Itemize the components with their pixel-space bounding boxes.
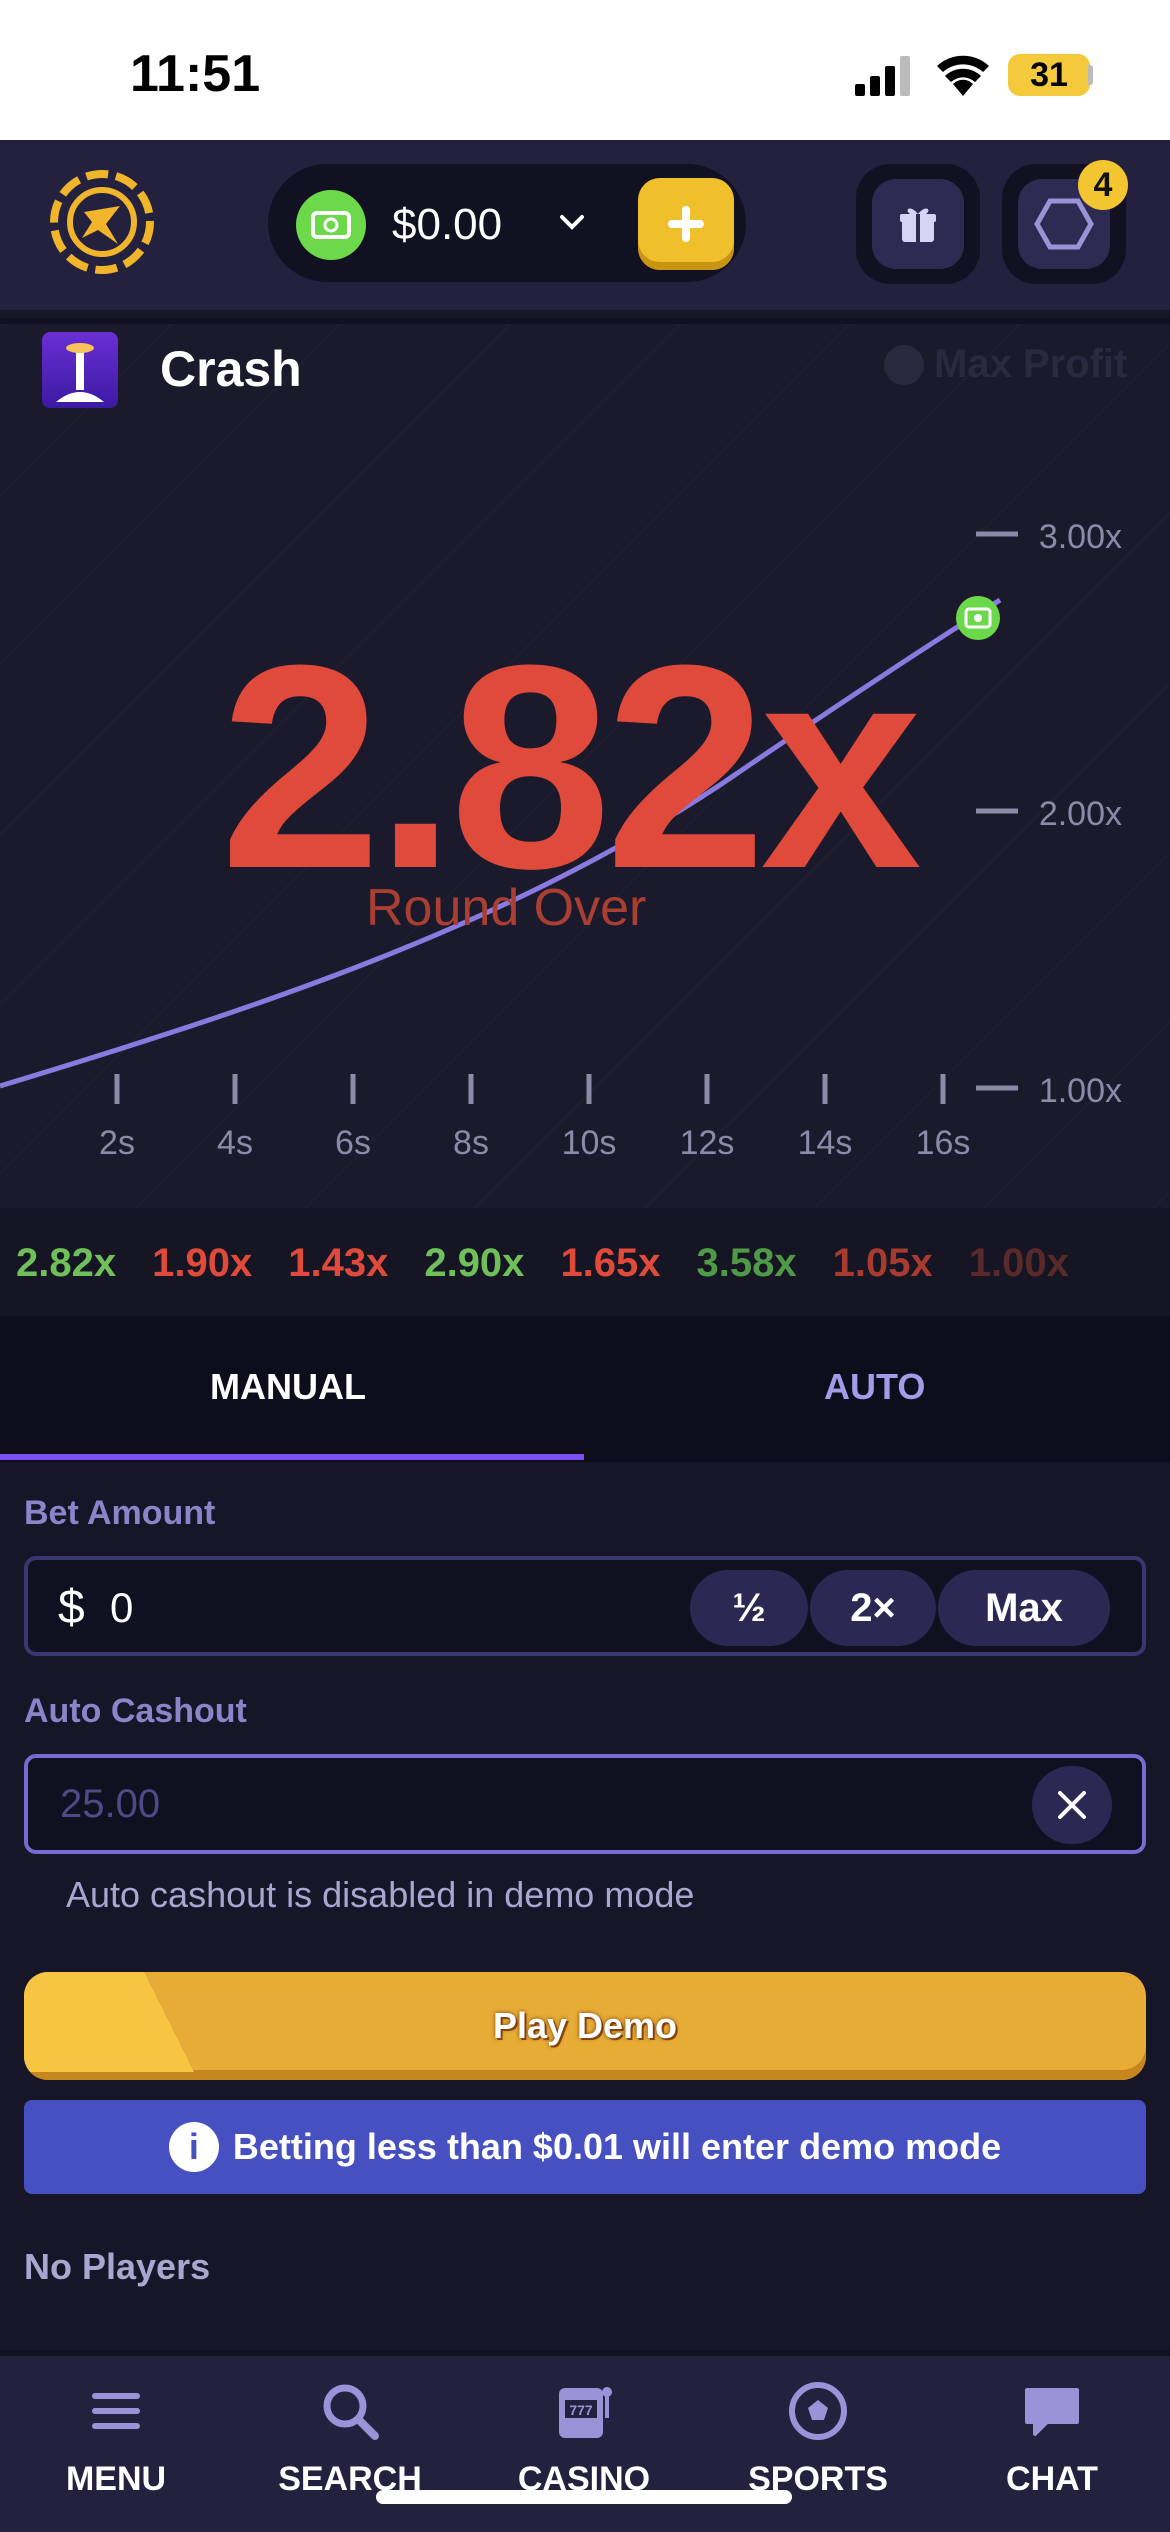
max-bet-button[interactable]: Max <box>938 1570 1110 1646</box>
x-tick: 16s <box>916 1074 971 1162</box>
x-tick-label: 16s <box>916 1124 971 1162</box>
crash-multiplier: 2.82x <box>220 605 922 929</box>
x-tick-label: 6s <box>335 1124 371 1162</box>
history-multiplier[interactable]: 1.00x <box>969 1241 1069 1286</box>
bet-mode-tabs <box>0 1316 1170 1462</box>
game-title: Crash <box>160 341 302 397</box>
auto-cashout-label: Auto Cashout <box>24 1692 247 1730</box>
demo-info-text: Betting less than $0.01 will enter demo … <box>232 2126 1002 2167</box>
currency-symbol: $ <box>58 1581 85 1634</box>
x-tick-label: 8s <box>453 1124 489 1162</box>
play-demo-label: Play Demo <box>492 2005 678 2046</box>
bet-amount-value[interactable]: 0 <box>110 1584 133 1632</box>
max-profit-label: Max Profit <box>934 342 1128 386</box>
button-highlight <box>24 1972 194 2072</box>
play-demo-button[interactable]: Play Demo <box>24 1972 1146 2080</box>
x-tick: 6s <box>335 1074 371 1162</box>
y-tick: 3.00x <box>976 518 1122 556</box>
auto-cashout-note: Auto cashout is disabled in demo mode <box>66 1874 695 1915</box>
gift-icon <box>900 208 936 242</box>
x-tick: 8s <box>453 1074 489 1162</box>
nav-menu[interactable]: MENU <box>16 2378 216 2499</box>
multiplier-history: 2.82x 1.90x 1.43x 2.90x 1.65x 3.58x 1.05x 1.00x <box>0 1210 1170 1316</box>
nav-label: MENU <box>65 2460 167 2498</box>
svg-text:777: 777 <box>569 2402 593 2418</box>
notification-badge: 4 <box>1078 160 1128 210</box>
nav-sports[interactable]: SPORTS <box>718 2378 918 2499</box>
history-multiplier[interactable]: 1.65x <box>560 1241 660 1286</box>
y-tick: 1.00x <box>976 1072 1122 1110</box>
tab-manual[interactable]: MANUAL <box>210 1366 366 1408</box>
soccer-ball-icon <box>789 2382 847 2440</box>
nav-label: CHAT <box>1006 2460 1098 2498</box>
active-tab-indicator <box>0 1454 584 1460</box>
y-tick-label: 2.00x <box>1039 795 1122 833</box>
tab-auto[interactable]: AUTO <box>824 1366 925 1408</box>
history-multiplier[interactable]: 3.58x <box>697 1241 797 1286</box>
x-tick-label: 12s <box>680 1124 735 1162</box>
logo-icon[interactable] <box>48 168 156 276</box>
y-tick: 2.00x <box>976 795 1122 833</box>
nav-casino[interactable]: 777 CASINO <box>484 2378 684 2499</box>
rewards-button[interactable] <box>856 164 980 284</box>
nav-search[interactable]: SEARCH <box>250 2378 450 2499</box>
x-tick-label: 10s <box>562 1124 617 1162</box>
round-status: Round Over <box>366 879 647 937</box>
double-bet-button[interactable]: 2× <box>810 1570 936 1646</box>
chevron-down-icon[interactable] <box>556 206 588 238</box>
deposit-button[interactable] <box>638 178 734 270</box>
wifi-icon <box>937 55 989 96</box>
hexagon-icon <box>1034 198 1094 250</box>
status-time: 11:51 <box>130 45 261 103</box>
plus-icon <box>668 206 704 242</box>
y-tick-label: 1.00x <box>1039 1072 1122 1110</box>
close-icon <box>1058 1791 1086 1819</box>
home-indicator[interactable] <box>376 2490 792 2504</box>
y-tick-label: 3.00x <box>1039 518 1122 556</box>
nav-chat[interactable]: CHAT <box>952 2378 1152 2499</box>
x-tick-label: 4s <box>217 1124 253 1162</box>
x-tick: 10s <box>562 1074 617 1162</box>
cellular-signal-icon <box>855 56 910 96</box>
balance-amount[interactable]: $0.00 <box>392 200 502 250</box>
auto-cashout-value[interactable]: 25.00 <box>60 1782 160 1827</box>
players-status: No Players <box>24 2246 211 2287</box>
x-tick-label: 14s <box>798 1124 853 1162</box>
history-multiplier[interactable]: 2.90x <box>424 1241 524 1286</box>
clear-cashout-button[interactable] <box>1032 1766 1112 1844</box>
auto-cashout-field[interactable] <box>24 1754 1146 1854</box>
slot-machine-icon: 777 <box>559 2387 612 2438</box>
x-tick: 14s <box>798 1074 853 1162</box>
max-profit-info[interactable]: Max Profit <box>884 342 1127 387</box>
crash-game-icon <box>42 332 118 408</box>
x-tick: 2s <box>99 1074 135 1162</box>
curve-endpoint-cash-icon <box>956 596 1000 640</box>
history-multiplier[interactable]: 1.05x <box>833 1241 933 1286</box>
info-icon: i <box>168 2122 219 2172</box>
x-tick: 4s <box>217 1074 253 1162</box>
x-tick-label: 2s <box>99 1124 135 1162</box>
cash-icon <box>296 190 366 260</box>
history-multiplier[interactable]: 1.43x <box>288 1241 388 1286</box>
search-icon <box>323 2384 379 2440</box>
x-tick: 12s <box>680 1074 735 1162</box>
half-bet-button[interactable]: ½ <box>690 1570 808 1646</box>
history-multiplier[interactable]: 2.82x <box>16 1241 116 1286</box>
menu-icon <box>92 2393 140 2429</box>
battery-indicator: 31 <box>1008 54 1090 96</box>
demo-info-banner: i Betting less than $0.01 will enter dem… <box>24 2100 1146 2194</box>
chat-icon <box>1025 2388 1079 2436</box>
battery-tip <box>1088 65 1093 85</box>
info-icon <box>884 344 924 385</box>
bet-amount-label: Bet Amount <box>24 1494 216 1532</box>
history-multiplier[interactable]: 1.90x <box>152 1241 252 1286</box>
status-bar: 11:51 31 <box>0 0 1170 140</box>
